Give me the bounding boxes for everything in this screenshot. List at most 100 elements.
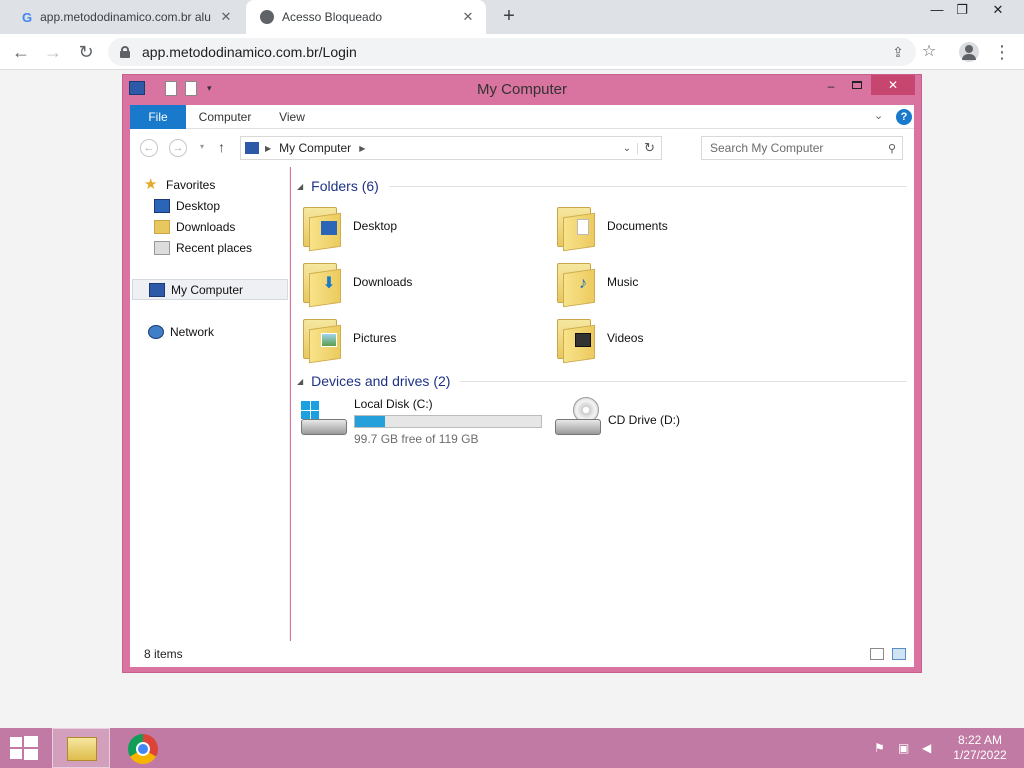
back-arrow-icon[interactable]: ← — [140, 139, 158, 157]
bookmark-star-icon[interactable]: ☆ — [918, 41, 940, 63]
status-bar: 8 items — [130, 641, 914, 667]
tab-computer[interactable]: Computer — [190, 105, 260, 129]
hard-drive-icon — [301, 399, 347, 439]
folder-desktop[interactable]: Desktop — [301, 201, 521, 252]
taskbar-chrome[interactable] — [114, 728, 172, 768]
breadcrumb-chevron-icon[interactable]: ▶ — [359, 144, 365, 153]
start-windows-icon[interactable] — [10, 736, 38, 760]
address-bar[interactable]: app.metododinamico.com.br/Login — [108, 38, 916, 66]
collapse-triangle-icon[interactable]: ◢ — [297, 377, 303, 386]
documents-folder-icon — [555, 203, 599, 252]
drive-local-disk-c[interactable]: Local Disk (C:) 99.7 GB free of 119 GB — [301, 395, 542, 446]
lock-icon — [120, 46, 130, 58]
help-icon[interactable]: ? — [896, 109, 912, 125]
nav-label: Downloads — [176, 219, 236, 234]
close-window-icon[interactable]: ✕ — [982, 0, 1014, 22]
nav-desktop[interactable]: Desktop — [154, 195, 310, 216]
close-window-button[interactable]: ✕ — [871, 75, 915, 95]
folder-videos[interactable]: Videos — [555, 313, 775, 364]
nav-network[interactable]: Network — [148, 321, 304, 342]
folder-label: Music — [607, 275, 639, 289]
folder-music[interactable]: ♪ Music — [555, 257, 775, 308]
forward-arrow-icon[interactable]: → — [169, 139, 187, 157]
google-icon: G — [22, 9, 33, 25]
forward-arrow-icon[interactable]: → — [42, 41, 64, 63]
browser-toolbar: ← → ↻ app.metododinamico.com.br/Login ⇪ … — [0, 34, 1024, 70]
nav-label: My Computer — [171, 282, 244, 297]
drive-usage-bar — [354, 415, 542, 428]
details-view-icon[interactable] — [870, 648, 884, 660]
computer-icon — [149, 282, 165, 297]
file-explorer-icon — [67, 737, 97, 761]
tab-file[interactable]: File — [130, 105, 186, 129]
folder-label: Pictures — [353, 331, 397, 345]
refresh-icon[interactable]: ↻ — [638, 140, 661, 156]
reload-icon[interactable]: ↻ — [75, 41, 97, 63]
downloads-icon — [154, 219, 170, 234]
drive-usage-fill — [355, 416, 385, 427]
breadcrumb-chevron-icon[interactable]: ▶ — [265, 144, 271, 153]
folder-label: Downloads — [353, 275, 413, 289]
nav-label: Recent places — [176, 240, 253, 255]
group-title: Folders (6) — [311, 178, 379, 194]
desktop-icon — [154, 198, 170, 213]
collapse-triangle-icon[interactable]: ◢ — [297, 182, 303, 191]
volume-muted-icon[interactable]: ◀ — [922, 741, 938, 755]
close-tab-icon[interactable]: ✕ — [218, 9, 234, 25]
profile-avatar-icon[interactable] — [958, 41, 980, 63]
ribbon-tabs: File Computer View ⌄ ? — [130, 105, 914, 129]
chrome-icon — [128, 734, 158, 764]
explorer-address-bar[interactable]: ▶ My Computer ▶ ⌄ ↻ — [240, 136, 662, 160]
nav-my-computer[interactable]: My Computer — [132, 279, 288, 300]
drive-cd-d[interactable]: CD Drive (D:) — [555, 395, 775, 445]
explorer-navigation-bar: ← → ▾ ↑ ▶ My Computer ▶ ⌄ ↻ Search My Co… — [130, 129, 914, 167]
nav-downloads[interactable]: Downloads — [154, 216, 310, 237]
nav-label: Desktop — [176, 198, 221, 213]
clock-time: 8:22 AM — [957, 733, 1003, 747]
folder-pictures[interactable]: Pictures — [301, 313, 521, 364]
computer-icon — [245, 142, 259, 154]
restore-icon[interactable]: ❐ — [946, 0, 978, 22]
group-title: Devices and drives (2) — [311, 373, 451, 389]
action-center-flag-icon[interactable]: ⚑ — [874, 741, 890, 755]
drive-label: Local Disk (C:) — [354, 397, 433, 411]
recent-places-icon — [154, 240, 170, 255]
close-tab-icon[interactable]: ✕ — [460, 9, 476, 25]
back-arrow-icon[interactable]: ← — [10, 41, 32, 63]
large-icons-view-icon[interactable] — [892, 648, 906, 660]
up-arrow-icon[interactable]: ↑ — [218, 139, 225, 155]
devices-group-header[interactable]: ◢ Devices and drives (2) — [297, 371, 907, 391]
network-status-icon[interactable]: ▣ — [898, 741, 914, 755]
folder-documents[interactable]: Documents — [555, 201, 775, 252]
expand-ribbon-icon[interactable]: ⌄ — [874, 109, 883, 122]
nav-recent-places[interactable]: Recent places — [154, 237, 310, 258]
address-dropdown-icon[interactable]: ⌄ — [617, 142, 639, 154]
minimize-icon[interactable]: – — [819, 77, 843, 97]
browser-tab-metododinamico[interactable]: G app.metododinamico.com.br alu ✕ — [8, 0, 244, 34]
tab-title: Acesso Bloqueado — [282, 10, 383, 24]
music-folder-icon: ♪ — [555, 259, 599, 308]
breadcrumb-my-computer[interactable]: My Computer — [279, 141, 351, 155]
nav-favorites[interactable]: ★ Favorites — [144, 174, 300, 195]
navigation-pane: ★ Favorites Desktop Downloads Recent pla… — [130, 167, 290, 641]
browser-tab-strip: G app.metododinamico.com.br alu ✕ Acesso… — [0, 0, 1024, 34]
recent-locations-icon[interactable]: ▾ — [200, 142, 204, 151]
taskbar-file-explorer[interactable] — [52, 728, 110, 768]
network-icon — [148, 324, 164, 339]
share-icon[interactable]: ⇪ — [887, 41, 909, 63]
clock-date: 1/27/2022 — [953, 748, 1007, 762]
folders-group-header[interactable]: ◢ Folders (6) — [297, 176, 907, 196]
folder-downloads[interactable]: ⬇ Downloads — [301, 257, 521, 308]
drive-label: CD Drive (D:) — [608, 413, 680, 427]
browser-tab-acesso-bloqueado[interactable]: Acesso Bloqueado ✕ — [246, 0, 486, 34]
tab-view[interactable]: View — [270, 105, 314, 129]
menu-kebab-icon[interactable]: ⋮ — [991, 41, 1013, 63]
taskbar-clock[interactable]: 8:22 AM 1/27/2022 — [944, 733, 1016, 763]
new-tab-button[interactable]: + — [498, 6, 520, 28]
group-divider — [388, 185, 907, 187]
nav-label: Network — [170, 324, 215, 339]
star-icon: ★ — [144, 175, 158, 193]
maximize-icon[interactable] — [845, 77, 869, 97]
taskbar: ⚑ ▣ ◀ 8:22 AM 1/27/2022 — [0, 728, 1024, 768]
explorer-search-field[interactable]: Search My Computer ⚲ — [701, 136, 903, 160]
